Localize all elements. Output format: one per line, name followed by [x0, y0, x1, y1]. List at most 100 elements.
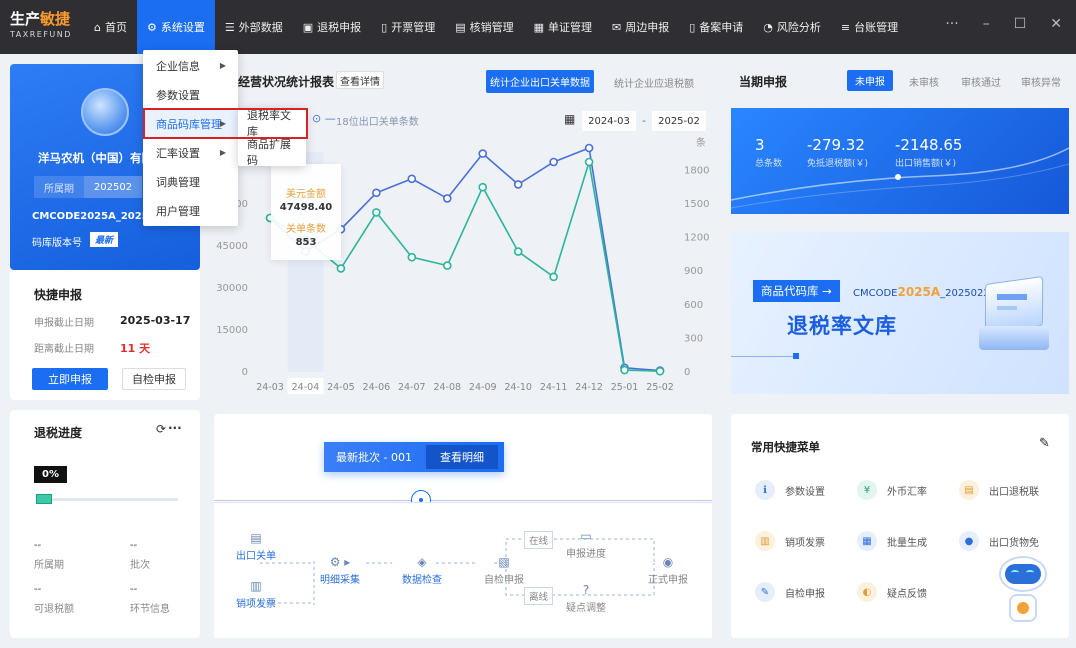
self-check-button[interactable]: 自检申报: [122, 368, 186, 390]
logo-subtitle: TAXREFUND: [10, 30, 72, 39]
ledger-icon: ≡: [840, 20, 851, 34]
shortcut-doubt-feedback[interactable]: ◐ 疑点反馈: [857, 582, 927, 602]
menu-product-ext-code[interactable]: 商品扩展码: [238, 137, 306, 167]
flow-formal[interactable]: ◉ 正式申报: [648, 555, 688, 586]
nav-peripheral[interactable]: ✉ 周边申报: [602, 0, 679, 54]
menu-params[interactable]: 参数设置: [143, 80, 238, 109]
series-point-1: [442, 261, 452, 270]
arrow-icon: →: [822, 284, 832, 298]
shortcut-label: 自检申报: [785, 588, 825, 600]
currency-icon: ¥: [857, 480, 877, 500]
shortcut-export-exempt[interactable]: ● 出口货物免: [959, 531, 1039, 551]
shortcut-exchange-rate[interactable]: ¥ 外币汇率: [857, 480, 927, 500]
shortcut-label: 参数设置: [785, 486, 825, 498]
banner-tag: 商品代码库 →: [753, 280, 840, 302]
robot-assistant-icon[interactable]: [993, 550, 1053, 638]
nav-risk[interactable]: ◔ 风险分析: [753, 0, 831, 54]
nav-writeoff[interactable]: ▤ 核销管理: [445, 0, 523, 54]
main-nav: ⌂ 首页 ⚙ 系统设置 ☰ 外部数据 ▣ 退税申报 ▯ 开票管理 ▤ 核销管理 ▦ 单证管理 …: [84, 0, 908, 54]
tab-abnormal[interactable]: 审核异常: [1021, 74, 1061, 89]
list-icon: ☰: [224, 20, 235, 34]
tab-export-data[interactable]: 统计企业出口关单数据: [486, 70, 594, 93]
flow-progress[interactable]: ▭ 申报进度: [566, 529, 606, 560]
nav-external-data[interactable]: ☰ 外部数据: [215, 0, 293, 54]
nav-tax-refund[interactable]: ▣ 退税申报: [293, 0, 371, 54]
nav-label: 核销管理: [469, 21, 514, 34]
y-left-tick-label: 0: [242, 367, 248, 378]
nav-home[interactable]: ⌂ 首页: [84, 0, 137, 54]
nav-label: 退税申报: [317, 21, 362, 34]
tab-undeclared[interactable]: 未申报: [847, 70, 893, 91]
flow-invoice[interactable]: ▥ 销项发票: [236, 579, 276, 610]
shortcut-sales-invoice[interactable]: ▥ 销项发票: [755, 531, 825, 551]
nav-system-settings[interactable]: ⚙ 系统设置: [136, 0, 215, 54]
x-tick-label: 24-09: [469, 382, 497, 393]
banner-divider: [731, 356, 795, 357]
remain-value: 11 天: [120, 342, 151, 355]
x-tick-label: 24-10: [504, 382, 532, 393]
menu-code-library[interactable]: 商品码库管理 ▶: [143, 109, 238, 138]
gear-icon: ⚙: [146, 20, 157, 34]
view-batch-button[interactable]: 查看明细: [426, 445, 498, 469]
nav-filing[interactable]: ▯ 备案申请: [679, 0, 753, 54]
menu-company-info[interactable]: 企业信息 ▶: [143, 51, 238, 80]
nav-documents[interactable]: ▦ 单证管理: [524, 0, 602, 54]
series-point-1: [513, 247, 523, 256]
flow-collect[interactable]: ⚙ ▸ 明细采集: [320, 555, 360, 586]
flow-export-doc[interactable]: ▤ 出口关单: [236, 531, 276, 562]
code-library-banner[interactable]: 商品代码库 → CMCODE2025A_20250226 退税率文库: [731, 232, 1069, 394]
flow-self-check[interactable]: ▧ 自检申报: [484, 555, 524, 586]
menu-label: 商品扩展码: [247, 137, 291, 167]
stat-refund-label: 免抵退税额(￥): [807, 159, 869, 169]
nav-ledger[interactable]: ≡ 台账管理: [831, 0, 908, 54]
shortcut-params[interactable]: ℹ 参数设置: [755, 480, 825, 500]
more-icon[interactable]: ···: [168, 421, 182, 435]
home-icon: ⌂: [94, 20, 101, 34]
version-badge: 最新: [90, 232, 119, 247]
nav-label: 备案申请: [699, 21, 744, 34]
stat-total-value: 3: [755, 136, 765, 154]
menu-label: 参数设置: [156, 88, 200, 102]
nav-label: 周边申报: [625, 21, 670, 34]
stat-period-label: 所属期: [34, 560, 64, 571]
shortcut-self-check[interactable]: ✎ 自检申报: [755, 582, 825, 602]
stat-total-label: 总条数: [755, 159, 783, 169]
grid-icon: ▦: [857, 531, 877, 551]
tab-approved[interactable]: 审核通过: [961, 74, 1001, 89]
banner-title: 退税率文库: [787, 314, 897, 338]
minimize-icon[interactable]: –: [983, 16, 990, 32]
series-point-1: [372, 208, 381, 217]
deadline-label: 申报截止日期: [34, 318, 94, 329]
tab-unreviewed[interactable]: 未审核: [909, 74, 939, 89]
quick-title: 快捷申报: [34, 288, 83, 302]
view-detail-button[interactable]: 查看详情: [336, 71, 384, 89]
shortcut-refund-copy[interactable]: ▤ 出口退税联: [959, 480, 1039, 500]
refresh-icon[interactable]: ⟳: [156, 422, 166, 436]
flow-panel: ▤ 出口关单 ▥ 销项发票 ⚙ ▸ 明细采集 ◈ 数据检查 ▧ 自检申报 在线 离线 ▭ 申…: [214, 502, 712, 638]
question-icon: ?: [582, 583, 590, 597]
flow-label: 明细采集: [320, 575, 360, 586]
close-icon[interactable]: ✕: [1050, 16, 1062, 32]
flow-label: 申报进度: [566, 549, 606, 560]
nav-label: 台账管理: [854, 21, 899, 34]
flow-label: 自检申报: [484, 575, 524, 586]
document-icon: ▤: [250, 531, 262, 545]
flow-check[interactable]: ◈ 数据检查: [402, 555, 442, 586]
declare-now-button[interactable]: 立即申报: [32, 368, 108, 390]
menu-exchange-rate[interactable]: 汇率设置 ▶: [143, 138, 238, 167]
progress-title: 退税进度: [34, 426, 83, 440]
edit-icon[interactable]: ✎: [1039, 436, 1050, 451]
tab-refund-amount[interactable]: 统计企业应退税额: [614, 75, 694, 90]
maximize-icon[interactable]: ☐: [1014, 16, 1027, 32]
progress-thumb[interactable]: [36, 494, 52, 504]
shortcut-batch-generate[interactable]: ▦ 批量生成: [857, 531, 927, 551]
menu-label: 商品码库管理: [156, 117, 222, 131]
menu-dictionary[interactable]: 词典管理: [143, 167, 238, 196]
flow-doubt[interactable]: ? 疑点调整: [566, 583, 606, 614]
nav-invoice[interactable]: ▯ 开票管理: [371, 0, 445, 54]
menu-refund-rate-library[interactable]: 退税率文库: [238, 108, 306, 138]
x-tick-label: 24-08: [433, 382, 461, 393]
menu-users[interactable]: 用户管理: [143, 196, 238, 225]
more-icon[interactable]: ···: [945, 16, 958, 32]
chart-title: 经营状况统计报表: [238, 75, 335, 89]
